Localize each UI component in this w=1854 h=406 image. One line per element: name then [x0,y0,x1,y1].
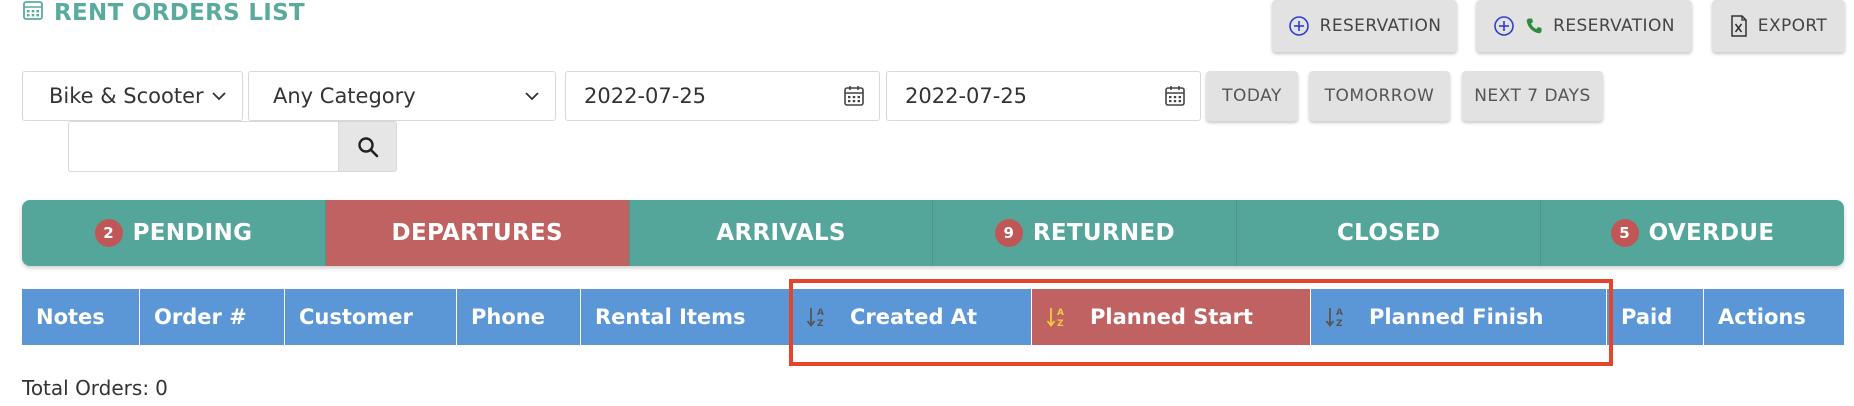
plus-circle-icon [1288,15,1310,37]
search-input[interactable] [68,121,338,172]
tab-returned[interactable]: 9 RETURNED [933,200,1238,266]
page-title: RENT ORDERS LIST [22,0,305,30]
category-select[interactable]: Any Category [248,71,556,121]
count-badge: 5 [1610,219,1639,247]
tab-arrivals[interactable]: ARRIVALS [629,200,934,266]
column-paid[interactable]: Paid [1607,289,1704,345]
plus-circle-icon [1493,15,1515,37]
reservation-button[interactable]: RESERVATION [1272,0,1457,52]
tab-pending[interactable]: 2 PENDING [22,200,326,266]
tab-overdue[interactable]: 5 OVERDUE [1541,200,1844,266]
column-customer[interactable]: Customer [285,289,457,345]
calendar-icon [844,86,864,106]
chevron-down-icon [525,92,539,101]
calendar-icon [1165,86,1185,106]
column-phone[interactable]: Phone [457,289,581,345]
phone-reservation-button[interactable]: RESERVATION [1476,0,1692,52]
tab-departures[interactable]: DEPARTURES [325,200,630,266]
tomorrow-button[interactable]: TOMORROW [1309,71,1450,121]
phone-icon [1525,17,1543,35]
total-orders: Total Orders: 0 [22,376,168,400]
search-button[interactable] [338,121,397,172]
column-actions: Actions [1718,305,1806,329]
date-to-field[interactable]: 2022-07-25 [886,71,1201,121]
excel-file-icon [1730,15,1748,37]
tab-closed[interactable]: CLOSED [1237,200,1542,266]
export-button[interactable]: EXPORT [1712,0,1845,52]
column-order-number[interactable]: Order # [140,289,285,345]
next-7-days-button[interactable]: NEXT 7 DAYS [1462,71,1603,121]
count-badge: 2 [94,219,123,247]
column-notes[interactable]: Notes [22,289,140,345]
search-icon [357,136,378,157]
count-badge: 9 [994,219,1023,247]
calendar-icon [22,0,44,27]
date-from-field[interactable]: 2022-07-25 [565,71,880,121]
vehicle-type-select[interactable]: Bike & Scooter [22,71,243,121]
today-button[interactable]: TODAY [1206,71,1298,121]
highlight-box [789,279,1613,366]
column-rental-items[interactable]: Rental Items [581,289,792,345]
status-tabs: 2 PENDING DEPARTURES ARRIVALS 9 RETURNED… [22,200,1844,266]
chevron-down-icon [212,92,226,101]
